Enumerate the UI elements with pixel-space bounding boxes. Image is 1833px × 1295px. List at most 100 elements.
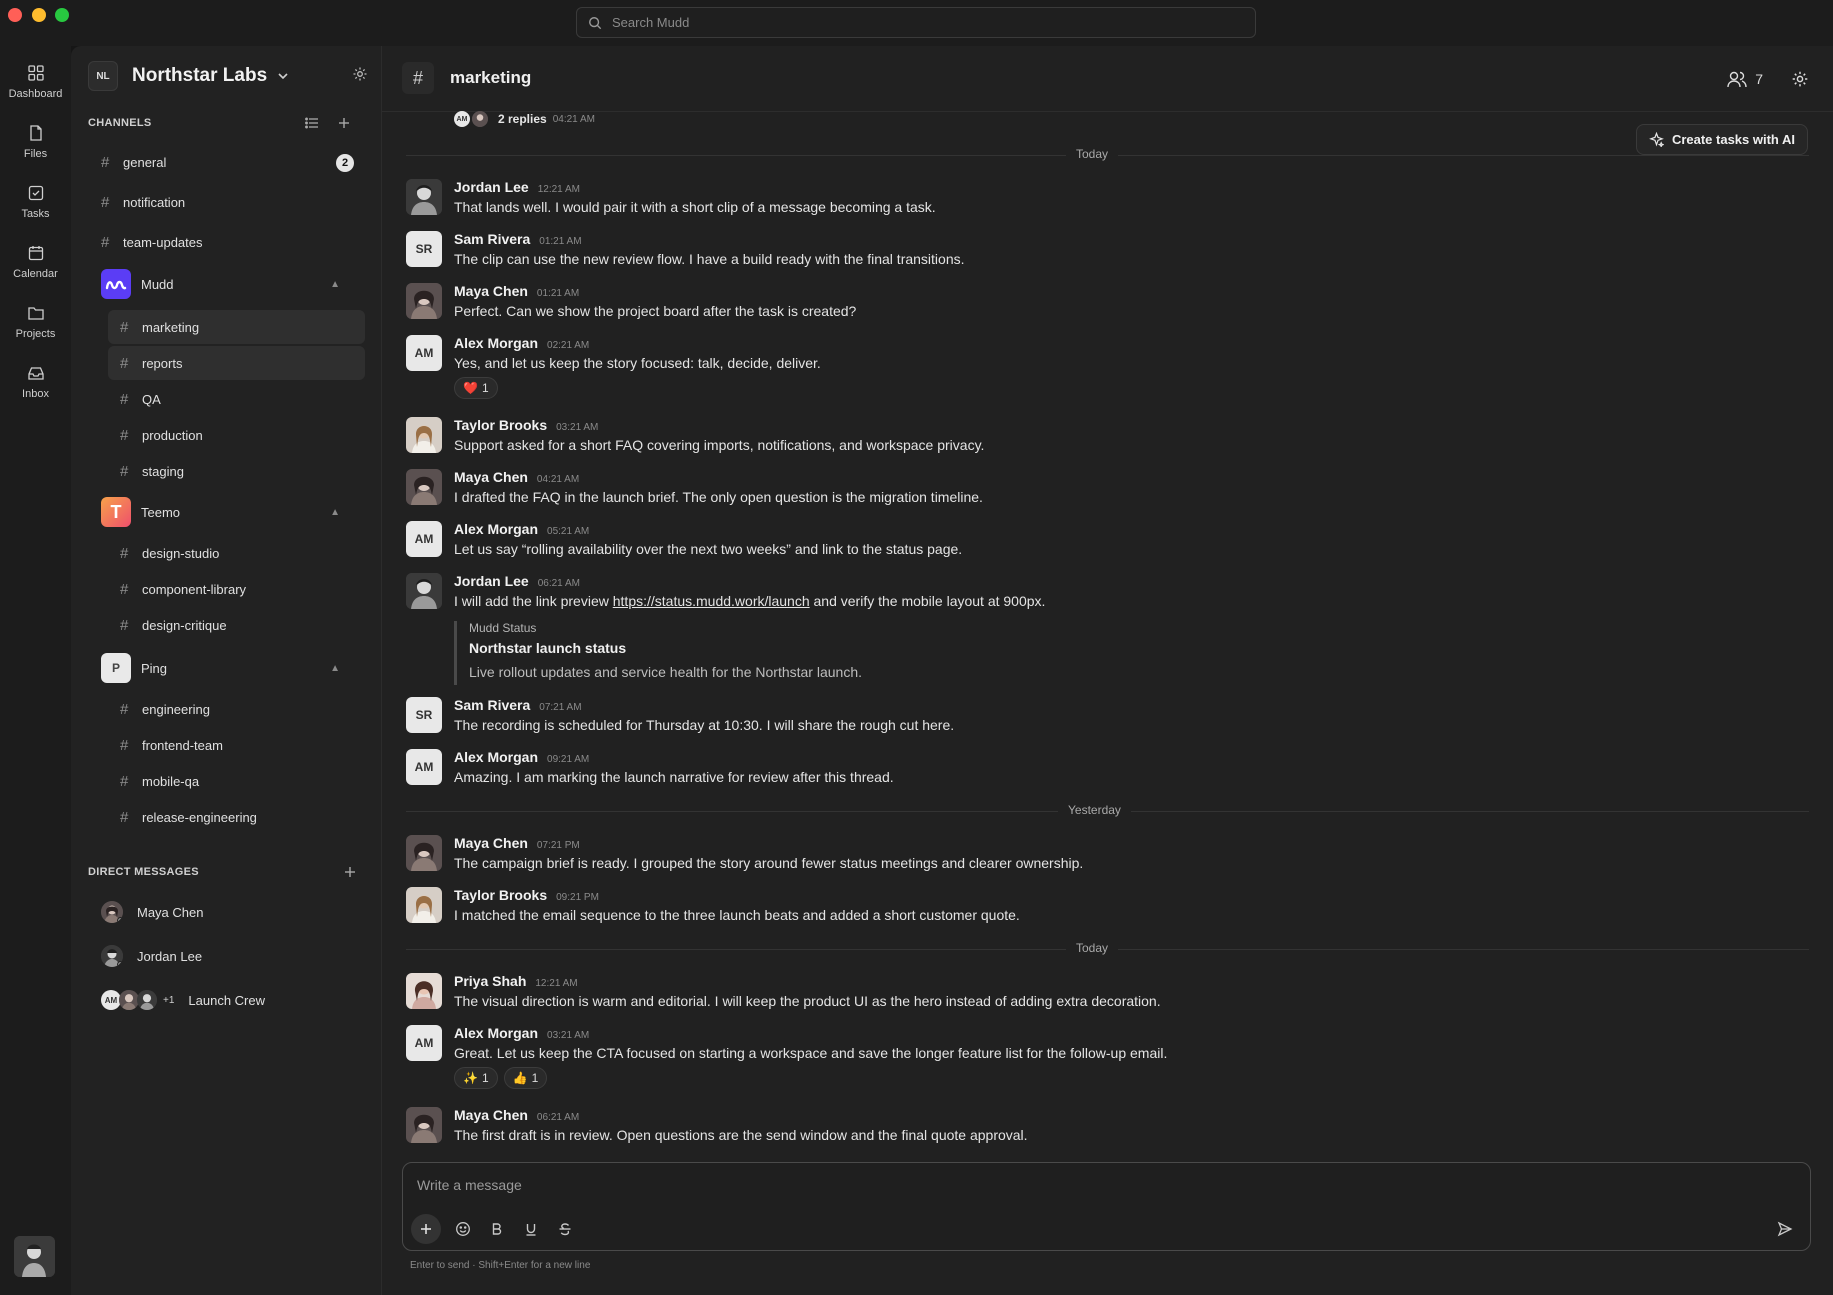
channel-engineering[interactable]: # engineering bbox=[120, 692, 365, 726]
channel-frontend-team[interactable]: # frontend-team bbox=[120, 728, 365, 762]
message-time: 07:21 PM bbox=[536, 840, 580, 851]
sender-name[interactable]: Sam Rivera bbox=[454, 231, 530, 247]
dm-launch-crew[interactable]: AM +1 Launch Crew bbox=[101, 983, 354, 1017]
channel-design-studio[interactable]: # design-studio bbox=[120, 536, 365, 570]
chevron-up-icon[interactable]: ▲ bbox=[330, 663, 340, 674]
avatar[interactable]: AM bbox=[406, 1025, 442, 1061]
avatar bbox=[101, 901, 123, 923]
sender-name[interactable]: Alex Morgan bbox=[454, 335, 538, 351]
avatar[interactable]: SR bbox=[406, 231, 442, 267]
sender-name[interactable]: Priya Shah bbox=[454, 973, 526, 989]
group-name: Teemo bbox=[141, 504, 181, 520]
group-teemo[interactable]: T Teemo ▲ bbox=[101, 495, 354, 529]
strikethrough-button[interactable] bbox=[553, 1217, 577, 1241]
group-ping[interactable]: P Ping ▲ bbox=[101, 651, 354, 685]
sender-name[interactable]: Taylor Brooks bbox=[454, 887, 547, 903]
rail-projects[interactable]: Projects bbox=[0, 304, 71, 340]
emoji-button[interactable] bbox=[451, 1217, 475, 1241]
members-button[interactable]: 7 bbox=[1727, 70, 1763, 88]
sender-name[interactable]: Jordan Lee bbox=[454, 179, 529, 195]
chevron-up-icon[interactable]: ▲ bbox=[330, 507, 340, 518]
workspace-switcher[interactable]: NL Northstar Labs bbox=[88, 58, 368, 94]
avatar[interactable] bbox=[406, 469, 442, 505]
group-mudd[interactable]: Mudd ▲ bbox=[101, 267, 354, 301]
avatar[interactable]: AM bbox=[406, 521, 442, 557]
dm-jordan-lee[interactable]: Jordan Lee bbox=[101, 939, 354, 973]
channel-release-engineering[interactable]: # release-engineering bbox=[120, 800, 365, 834]
text-segment: and verify the mobile layout at 900px. bbox=[809, 593, 1046, 609]
message-time: 07:21 AM bbox=[539, 702, 582, 713]
avatar[interactable]: AM bbox=[406, 335, 442, 371]
sender-name[interactable]: Taylor Brooks bbox=[454, 417, 547, 433]
avatar[interactable] bbox=[406, 179, 442, 215]
reaction-thumbs-up[interactable]: 👍 1 bbox=[503, 1067, 548, 1089]
channel-notification[interactable]: # notification bbox=[101, 185, 354, 219]
reaction-sparkles[interactable]: ✨ 1 bbox=[454, 1067, 498, 1089]
rail-calendar[interactable]: Calendar bbox=[0, 244, 71, 280]
channel-team-updates[interactable]: # team-updates bbox=[101, 225, 354, 259]
sender-name[interactable]: Maya Chen bbox=[454, 283, 528, 299]
rail-files[interactable]: Files bbox=[0, 124, 71, 160]
sender-name[interactable]: Alex Morgan bbox=[454, 1025, 538, 1041]
message-text: I will add the link preview https://stat… bbox=[454, 593, 1045, 609]
channel-component-library[interactable]: # component-library bbox=[120, 572, 365, 606]
message-text: The recording is scheduled for Thursday … bbox=[454, 717, 955, 733]
channel-qa[interactable]: # QA bbox=[120, 382, 365, 416]
channel-staging[interactable]: # staging bbox=[120, 454, 365, 488]
channel-reports[interactable]: # reports bbox=[108, 346, 365, 380]
channel-production[interactable]: # production bbox=[120, 418, 365, 452]
message-text: Yes, and let us keep the story focused: … bbox=[454, 355, 821, 371]
global-search[interactable] bbox=[576, 7, 1256, 38]
sender-name[interactable]: Maya Chen bbox=[454, 835, 528, 851]
reaction-heart[interactable]: ❤️ 1 bbox=[454, 377, 498, 399]
message-input[interactable] bbox=[417, 1177, 1787, 1199]
avatar[interactable] bbox=[406, 417, 442, 453]
avatar[interactable]: SR bbox=[406, 697, 442, 733]
rail-tasks[interactable]: Tasks bbox=[0, 184, 71, 220]
search-input[interactable] bbox=[612, 15, 1212, 30]
link-preview-card[interactable]: Mudd Status Northstar launch status Live… bbox=[454, 621, 862, 685]
rail-inbox[interactable]: Inbox bbox=[0, 364, 71, 400]
underline-button[interactable] bbox=[519, 1217, 543, 1241]
rail-dashboard[interactable]: Dashboard bbox=[0, 64, 71, 100]
send-button[interactable] bbox=[1773, 1217, 1797, 1241]
status-link[interactable]: https://status.mudd.work/launch bbox=[613, 593, 810, 609]
avatar[interactable] bbox=[406, 573, 442, 609]
reaction-count: 1 bbox=[481, 1071, 489, 1085]
create-tasks-ai-button[interactable]: Create tasks with AI bbox=[1635, 124, 1808, 155]
avatar[interactable] bbox=[406, 835, 442, 871]
avatar[interactable]: AM bbox=[406, 749, 442, 785]
list-icon[interactable] bbox=[305, 116, 319, 130]
channel-mobile-qa[interactable]: # mobile-qa bbox=[120, 764, 365, 798]
minimize-window-button[interactable] bbox=[32, 8, 46, 22]
channel-settings-gear-icon[interactable] bbox=[1791, 70, 1809, 88]
presence-dot bbox=[117, 917, 123, 923]
channel-marketing[interactable]: # marketing bbox=[108, 310, 365, 344]
avatar[interactable] bbox=[406, 1107, 442, 1143]
hash-icon: # bbox=[120, 462, 129, 480]
channel-general[interactable]: # general 2 bbox=[101, 145, 354, 179]
thread-summary[interactable]: AM 2 replies 04:21 AM bbox=[454, 111, 595, 127]
sender-name[interactable]: Alex Morgan bbox=[454, 521, 538, 537]
avatar[interactable] bbox=[406, 283, 442, 319]
calendar-icon bbox=[28, 246, 43, 261]
close-window-button[interactable] bbox=[8, 8, 22, 22]
chevron-up-icon[interactable]: ▲ bbox=[330, 279, 340, 290]
sender-name[interactable]: Maya Chen bbox=[454, 469, 528, 485]
dm-maya-chen[interactable]: Maya Chen bbox=[101, 895, 354, 929]
rail-label: Inbox bbox=[22, 388, 49, 400]
attach-plus-button[interactable] bbox=[411, 1214, 441, 1244]
bold-button[interactable] bbox=[485, 1217, 509, 1241]
avatar[interactable] bbox=[406, 887, 442, 923]
sender-name[interactable]: Alex Morgan bbox=[454, 749, 538, 765]
add-dm-plus-icon[interactable] bbox=[343, 865, 357, 879]
workspace-settings-gear-icon[interactable] bbox=[352, 66, 368, 82]
channel-design-critique[interactable]: # design-critique bbox=[120, 608, 365, 642]
current-user-avatar[interactable] bbox=[14, 1236, 55, 1277]
sender-name[interactable]: Maya Chen bbox=[454, 1107, 528, 1123]
sender-name[interactable]: Jordan Lee bbox=[454, 573, 529, 589]
sender-name[interactable]: Sam Rivera bbox=[454, 697, 530, 713]
add-channel-plus-icon[interactable] bbox=[337, 116, 351, 130]
maximize-window-button[interactable] bbox=[55, 8, 69, 22]
avatar[interactable] bbox=[406, 973, 442, 1009]
